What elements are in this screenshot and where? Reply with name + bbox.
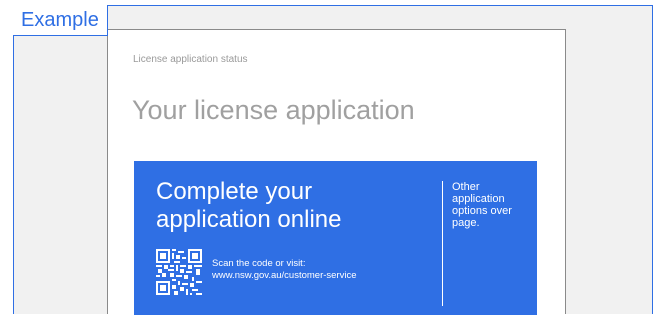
document-eyebrow: License application status (133, 54, 248, 65)
scan-instruction-line: Scan the code or visit: (212, 258, 306, 269)
scan-instructions: Scan the code or visit: www.nsw.gov.au/c… (212, 258, 357, 282)
panel-title: Complete your application online (156, 178, 342, 233)
panel-aside-note: Other application options over page. (452, 181, 512, 229)
cta-panel: Complete your application online Other a… (134, 161, 537, 315)
document-preview: License application status Your license … (107, 29, 566, 315)
example-tab-label: Example (13, 5, 108, 36)
panel-divider (442, 181, 443, 306)
qr-code-icon (156, 249, 202, 295)
scan-url-link[interactable]: www.nsw.gov.au/customer-service (212, 270, 357, 282)
document-heading: Your license application (132, 95, 415, 125)
